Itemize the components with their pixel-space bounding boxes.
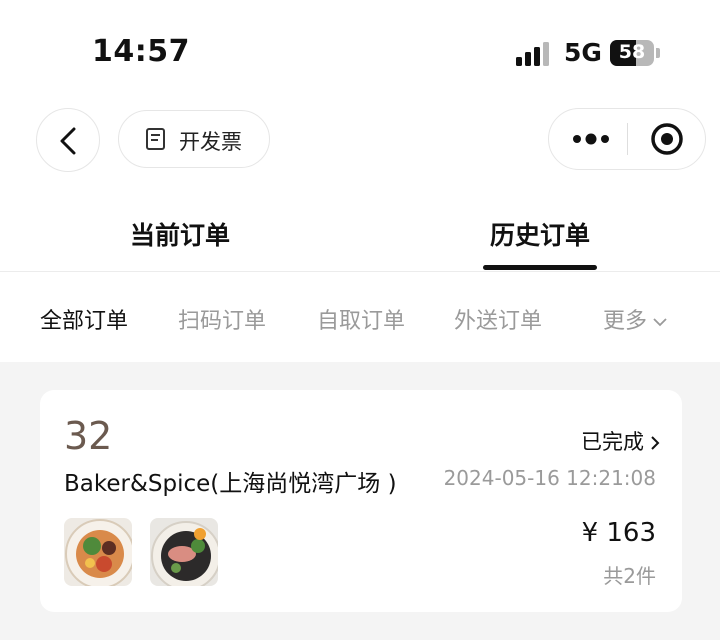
invoice-label: 开发票 xyxy=(179,130,242,154)
chevron-down-icon xyxy=(653,318,667,327)
close-target-icon[interactable] xyxy=(649,121,685,157)
filter-more[interactable]: 更多 xyxy=(603,303,667,335)
capsule-divider xyxy=(627,123,628,155)
battery-icon: 58 xyxy=(610,40,654,66)
receipt-icon xyxy=(146,128,165,150)
active-tab-indicator xyxy=(483,265,597,270)
food-thumbnail xyxy=(64,518,132,586)
filter-delivery-orders[interactable]: 外送订单 xyxy=(454,303,542,335)
order-status-label: 已完成 xyxy=(581,430,644,454)
mini-program-capsule xyxy=(548,108,706,170)
filter-more-label: 更多 xyxy=(603,309,648,334)
invoice-button[interactable]: 开发票 xyxy=(118,110,270,168)
battery-level: 58 xyxy=(618,41,646,63)
order-card[interactable]: 32 已完成 Baker&Spice(上海尚悦湾广场 ) 2024-05-16 … xyxy=(40,390,682,612)
battery-cap xyxy=(656,48,660,58)
tab-history-orders[interactable]: 历史订单 xyxy=(490,216,590,252)
filter-all-orders[interactable]: 全部订单 xyxy=(40,303,128,335)
filter-pickup-orders[interactable]: 自取订单 xyxy=(317,303,405,335)
order-number: 32 xyxy=(64,414,113,458)
food-thumbnail xyxy=(150,518,218,586)
network-type: 5G xyxy=(564,38,602,67)
tab-current-orders[interactable]: 当前订单 xyxy=(130,216,230,252)
more-dots-icon[interactable] xyxy=(569,127,613,151)
chevron-right-icon xyxy=(651,436,660,450)
order-item-count: 共2件 xyxy=(603,564,656,588)
status-bar: 14:57 5G 58 xyxy=(0,0,720,100)
filter-scan-orders[interactable]: 扫码订单 xyxy=(178,303,266,335)
order-datetime: 2024-05-16 12:21:08 xyxy=(443,466,656,490)
cellular-signal-icon xyxy=(516,42,552,66)
chevron-left-icon xyxy=(60,127,76,155)
back-button[interactable] xyxy=(36,108,100,172)
tab-divider xyxy=(0,271,720,272)
status-time: 14:57 xyxy=(92,34,190,69)
store-name: Baker&Spice(上海尚悦湾广场 ) xyxy=(64,471,397,497)
order-price: ¥ 163 xyxy=(581,518,656,548)
order-status[interactable]: 已完成 xyxy=(581,426,660,456)
